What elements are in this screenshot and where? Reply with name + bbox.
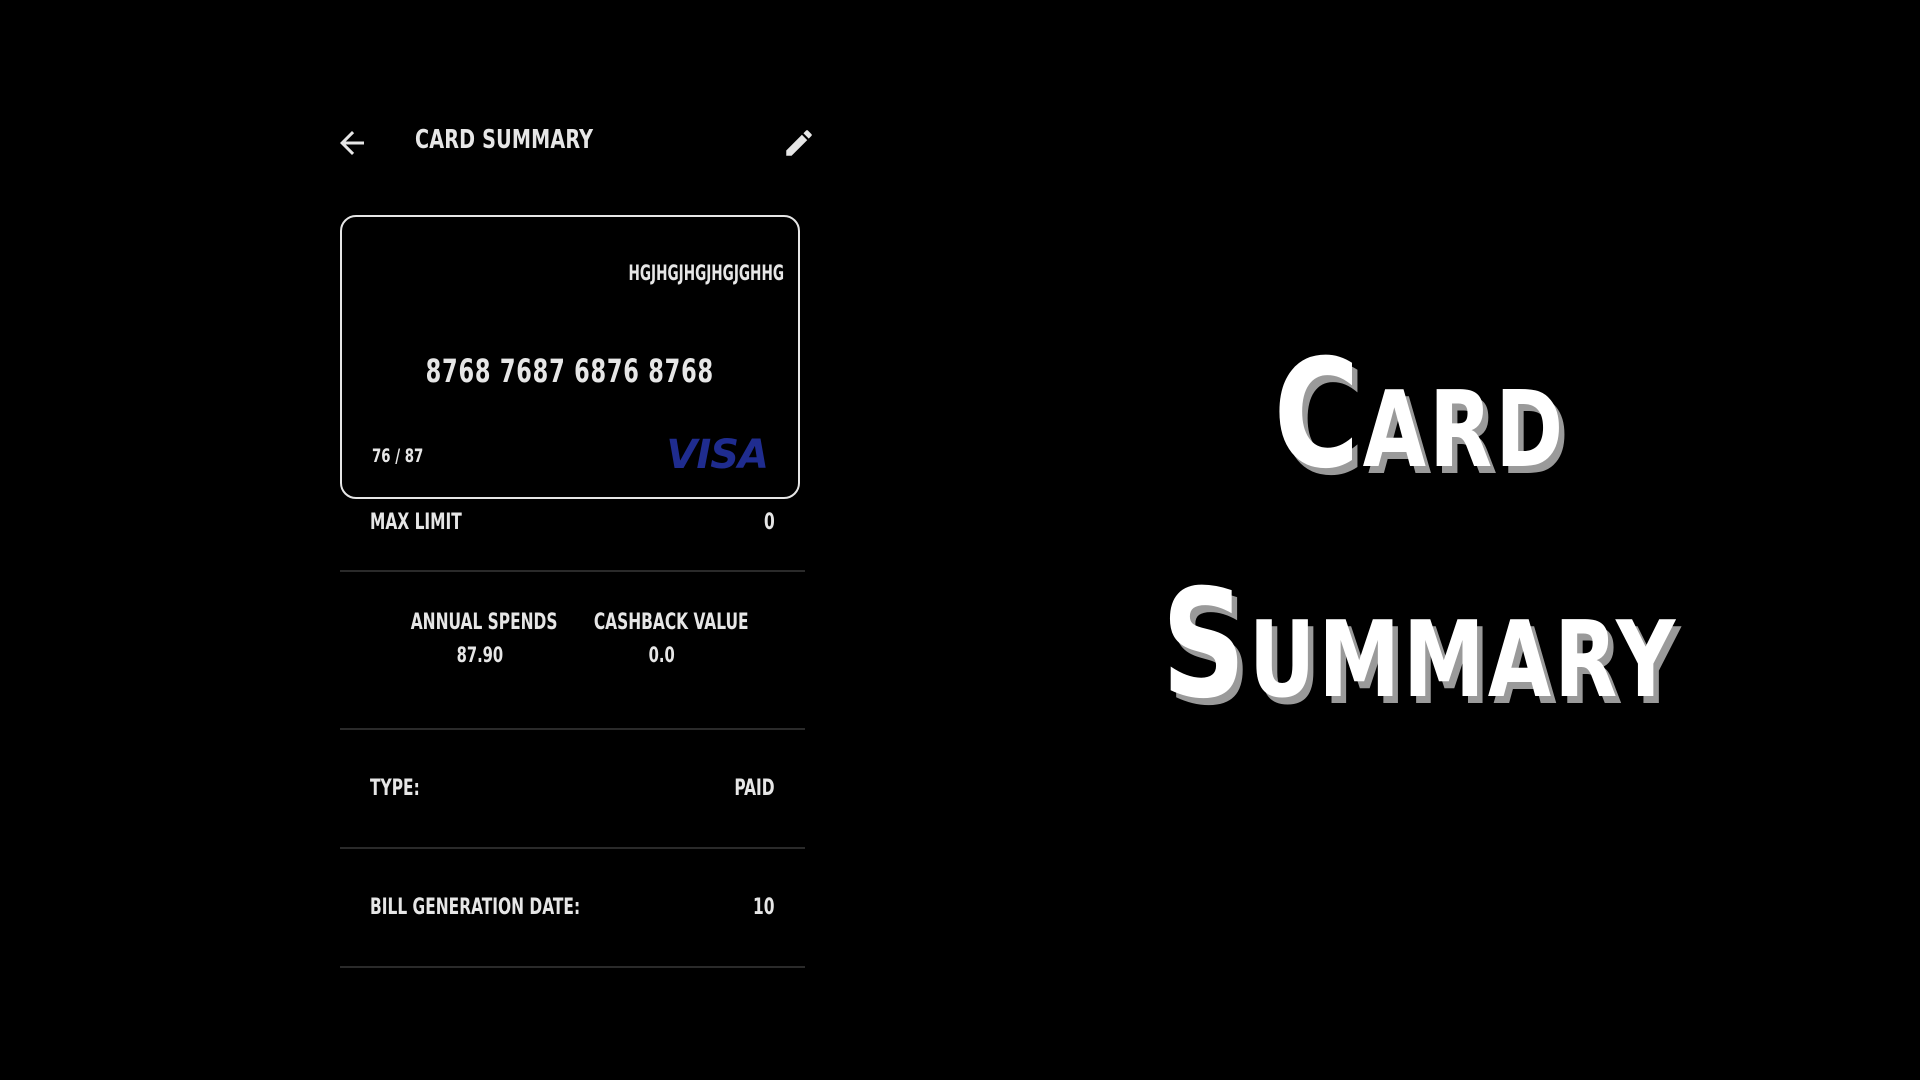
annual-spends: ANNUAL SPENDS 87.90 (390, 610, 570, 667)
card-number-text: 8768 7687 6876 8768 (425, 352, 715, 390)
pencil-icon (786, 130, 812, 156)
annual-spends-label: ANNUAL SPENDS (410, 610, 558, 635)
type-label: TYPE: (370, 776, 420, 801)
card-holder-name: HGJHGJHGJHGJGHHG (628, 261, 784, 285)
credit-card[interactable]: HGJHGJHGJHGJGHHG 8768 7687 6876 8768 76 … (340, 215, 800, 499)
max-limit-label: MAX LIMIT (370, 510, 462, 535)
page-title: CARD SUMMARY (415, 125, 594, 155)
cashback-value: CASHBACK VALUE 0.0 (572, 610, 752, 667)
bill-generation-date-row: BILL GENERATION DATE: 10 (340, 849, 805, 968)
top-app-bar: CARD SUMMARY (320, 100, 840, 190)
hero-heading-line-2: Summary (1161, 558, 1679, 732)
back-button[interactable] (334, 125, 370, 161)
card-number: 8768 7687 6876 8768 (342, 352, 798, 390)
card-expiry: 76 / 87 (372, 445, 424, 467)
annual-spends-value: 87.90 (456, 643, 504, 667)
cashback-value-label: CASHBACK VALUE (593, 610, 749, 635)
bill-generation-date-label: BILL GENERATION DATE: (370, 895, 581, 920)
type-value: PAID (734, 776, 775, 801)
screen: CARD SUMMARY HGJHGJHGJHGJGHHG 8768 7687 … (0, 0, 1920, 1080)
hero-heading-line-1: Card (1273, 328, 1567, 502)
edit-button[interactable] (782, 126, 818, 162)
bill-generation-date-value: 10 (753, 895, 775, 920)
arrow-left-icon (340, 131, 364, 155)
card-summary-screen: CARD SUMMARY HGJHGJHGJHGJGHHG 8768 7687 … (320, 100, 840, 1080)
hero-heading: Card Summary (1040, 340, 1800, 720)
type-row: TYPE: PAID (340, 730, 805, 849)
cashback-value-amount: 0.0 (648, 643, 676, 667)
spends-cashback-row: ANNUAL SPENDS 87.90 CASHBACK VALUE 0.0 (340, 572, 805, 730)
max-limit-row: MAX LIMIT 0 (340, 472, 805, 572)
max-limit-value: 0 (764, 510, 775, 535)
